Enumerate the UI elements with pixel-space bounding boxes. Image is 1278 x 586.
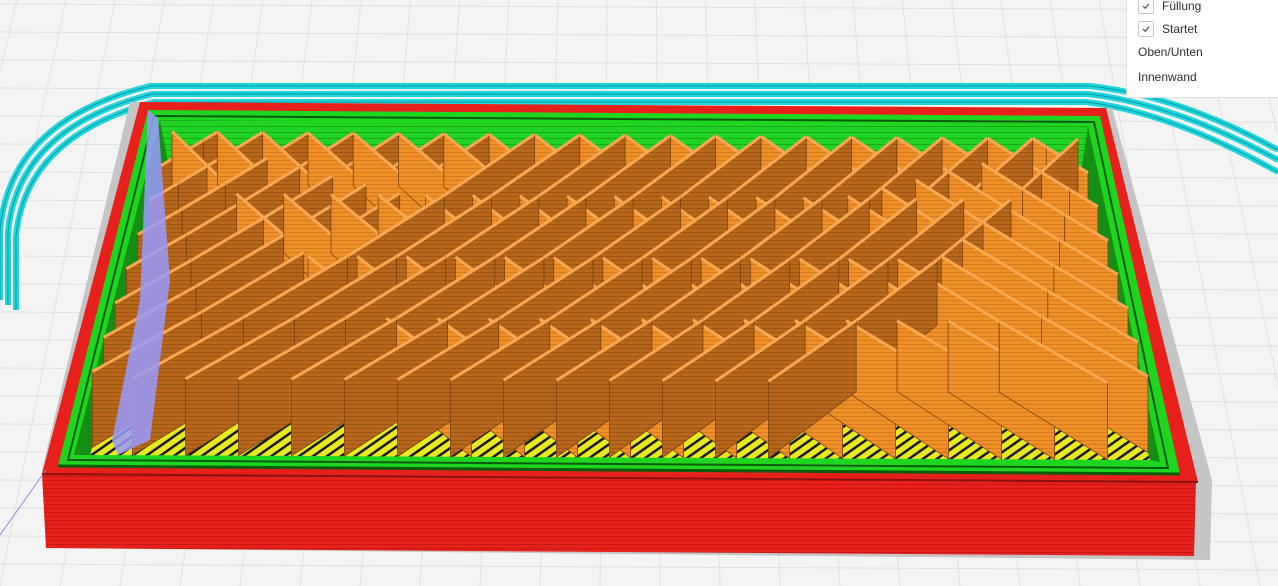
line-type-legend-panel: Füllung Startet Oben/Unten Innenwand	[1126, 0, 1278, 98]
grid-line	[0, 59, 1278, 67]
grid-line	[0, 31, 1278, 39]
grid-line	[0, 563, 1278, 571]
layer-view-viewport[interactable]: Füllung Startet Oben/Unten Innenwand	[0, 0, 1278, 586]
grid-line	[0, 3, 1278, 11]
checkmark-icon	[1142, 26, 1150, 33]
checkmark-icon	[1142, 3, 1150, 10]
legend-item-infill[interactable]: Füllung	[1138, 0, 1201, 16]
legend-checkbox-infill[interactable]	[1138, 0, 1154, 14]
legend-item-starts[interactable]: Startet	[1138, 19, 1197, 39]
legend-label-starts: Startet	[1162, 22, 1198, 36]
outer-wall-front	[42, 474, 1196, 556]
legend-item-top-bottom: Oben/Unten	[1138, 42, 1203, 62]
infill-grid	[91, 130, 1149, 461]
print-preview-scene[interactable]	[0, 0, 1278, 586]
legend-label-infill: Füllung	[1162, 0, 1202, 13]
legend-item-inner-wall: Innenwand	[1138, 67, 1197, 87]
legend-label-top-bottom: Oben/Unten	[1138, 45, 1203, 59]
legend-checkbox-starts[interactable]	[1138, 21, 1154, 37]
legend-label-inner-wall: Innenwand	[1138, 70, 1197, 84]
